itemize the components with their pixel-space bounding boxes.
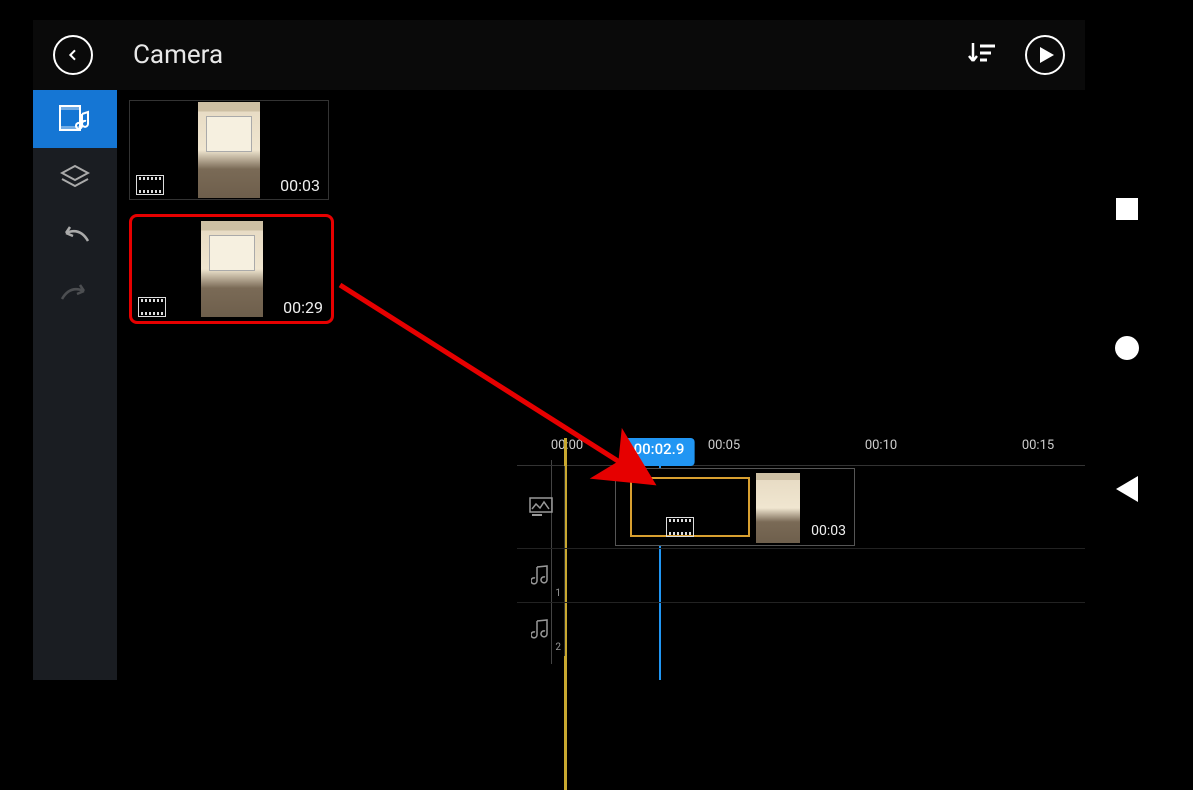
sidebar-item-redo[interactable] (33, 264, 117, 322)
timeline-tick: 00:00 (551, 438, 583, 453)
track-number: 2 (555, 642, 561, 653)
back-system-button[interactable] (1116, 476, 1138, 502)
sidebar-item-layers[interactable] (33, 148, 117, 206)
clip-item[interactable]: 00:03 (129, 100, 329, 200)
video-type-icon (138, 297, 166, 317)
timeline-tracks: 00:03 1 (517, 466, 1085, 656)
timeline-tick: 00:05 (708, 438, 740, 453)
play-icon (1040, 47, 1054, 63)
redo-icon (60, 283, 90, 303)
sidebar-item-undo[interactable] (33, 206, 117, 264)
clip-thumbnail (198, 102, 260, 198)
clip-duration: 00:03 (280, 176, 320, 195)
audio-track-2[interactable]: 2 (517, 602, 1085, 656)
top-bar: Camera (33, 20, 1085, 90)
app-frame: Camera (33, 20, 1085, 680)
play-button[interactable] (1025, 35, 1065, 75)
back-icon (53, 35, 93, 75)
clip-list: 00:03 00:29 (129, 100, 334, 338)
media-music-icon (58, 104, 92, 134)
undo-icon (60, 225, 90, 245)
video-track-icon (529, 497, 553, 517)
timeline[interactable]: 00:00 00:05 00:10 00:15 00:02.9 (517, 438, 1085, 680)
clip-thumbnail (201, 221, 263, 317)
sort-button[interactable] (967, 40, 997, 70)
layers-icon (60, 164, 90, 190)
video-type-icon (666, 517, 694, 537)
recents-button[interactable] (1116, 198, 1138, 220)
clip-item[interactable]: 00:29 (129, 214, 334, 324)
timeline-ruler[interactable]: 00:00 00:05 00:10 00:15 00:02.9 (517, 438, 1085, 466)
system-nav (1097, 0, 1157, 700)
sidebar (33, 90, 117, 680)
track-head: 1 (517, 549, 565, 602)
timeline-tick: 00:10 (865, 438, 897, 453)
track-head: 2 (517, 603, 565, 656)
sort-icon (967, 40, 997, 66)
audio-track-1[interactable]: 1 (517, 548, 1085, 602)
content-area: 00:03 00:29 00:00 00:05 00:10 00:15 00:0… (117, 90, 1085, 680)
track-number: 1 (555, 588, 561, 599)
page-title: Camera (113, 40, 967, 70)
clip-thumbnail (756, 473, 800, 543)
track-head (517, 466, 565, 548)
timeline-clip-duration: 00:03 (811, 523, 846, 539)
audio-track-icon (531, 565, 551, 587)
home-button[interactable] (1115, 336, 1139, 360)
timeline-tick: 00:15 (1022, 438, 1054, 453)
back-button[interactable] (33, 20, 113, 90)
audio-track-icon (531, 619, 551, 641)
playhead-marker[interactable]: 00:02.9 (624, 438, 695, 466)
timeline-clip[interactable]: 00:03 (615, 468, 855, 546)
video-type-icon (136, 175, 164, 195)
sidebar-item-media[interactable] (33, 90, 117, 148)
video-track[interactable]: 00:03 (517, 466, 1085, 548)
clip-duration: 00:29 (283, 298, 323, 317)
